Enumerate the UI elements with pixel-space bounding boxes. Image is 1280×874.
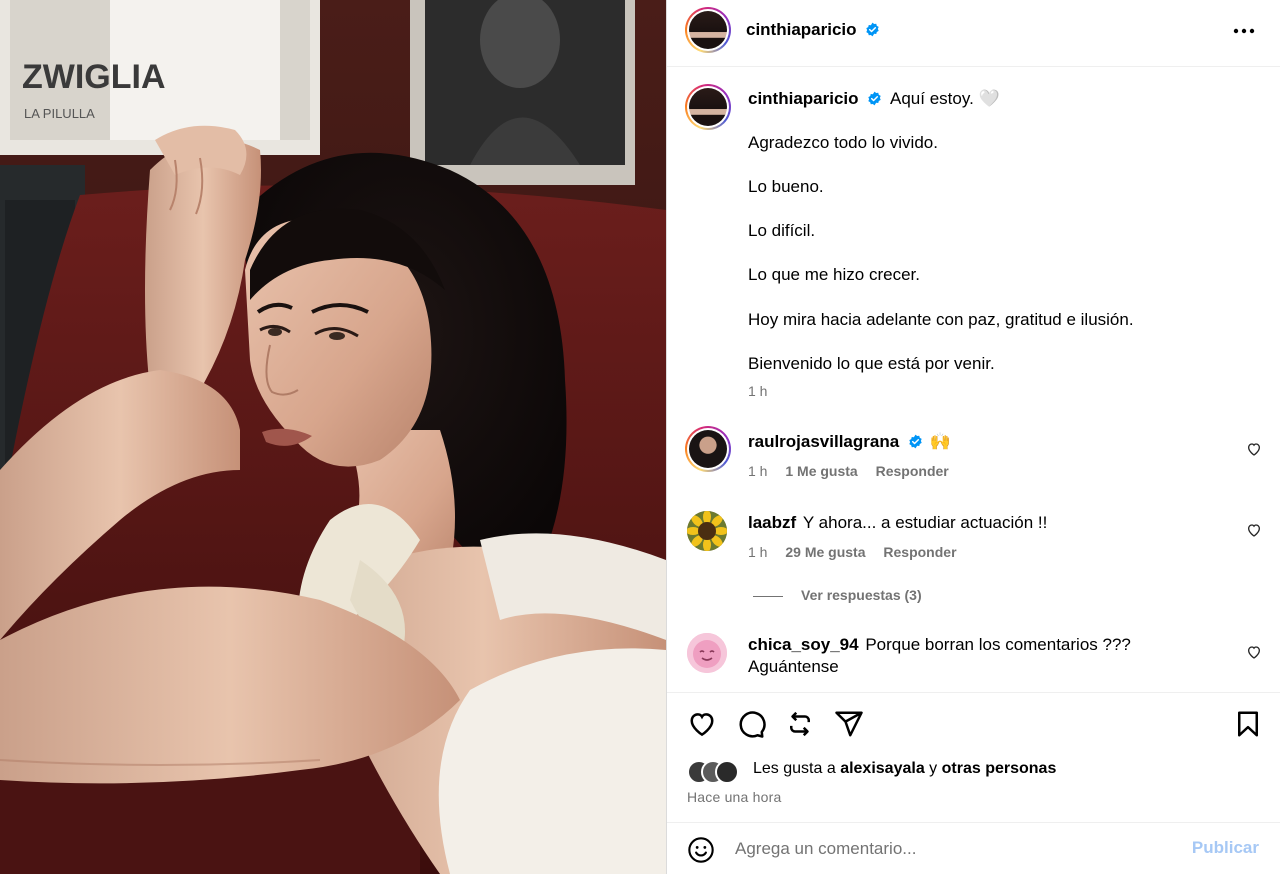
publish-button[interactable]: Publicar	[1192, 838, 1259, 858]
comment-likes-count[interactable]: 29 Me gusta	[785, 544, 865, 560]
post-header: cinthiaparicio	[667, 0, 1280, 67]
comment-avatar[interactable]	[687, 633, 727, 673]
view-replies-button[interactable]: Ver respuestas (3)	[753, 587, 922, 603]
author-avatar[interactable]	[685, 7, 731, 53]
comment-text: 🙌	[929, 432, 951, 451]
comment-row: chica_soy_94 Porque borran los comentari…	[748, 635, 1131, 655]
verified-badge-icon	[866, 22, 879, 37]
caption-line: Lo difícil.	[748, 221, 816, 240]
comment-username[interactable]: laabzf	[748, 513, 796, 532]
post-action-bar	[667, 692, 1280, 762]
comment-text-continued: Aguántense	[748, 657, 839, 676]
caption-line: Hoy mira hacia adelante con paz, gratitu…	[748, 310, 1134, 329]
verified-badge-icon	[909, 434, 922, 449]
comment-avatar[interactable]	[687, 511, 727, 551]
caption-timestamp[interactable]: 1 h	[748, 383, 767, 399]
comment-meta: 1 h 29 Me gusta Responder	[748, 544, 957, 560]
caption-text-line: Aquí estoy. 🤍	[890, 89, 1000, 108]
more-horizontal-icon	[1233, 28, 1255, 34]
caption-line: Agradezco todo lo vivido.	[748, 133, 938, 152]
caption-line: Lo que me hizo crecer.	[748, 265, 920, 284]
reply-button[interactable]: Responder	[883, 544, 956, 560]
comment-row: laabzf Y ahora... a estudiar actuación !…	[748, 513, 1047, 533]
poster-text-2: LA PILULLA	[24, 106, 95, 121]
replies-divider-line	[753, 595, 783, 597]
comment-text: Porque borran los comentarios ???	[865, 635, 1131, 654]
likes-summary: Les gusta a alexisayala y otras personas	[753, 760, 1056, 778]
caption-line: Lo bueno.	[748, 177, 824, 196]
comment-like-heart-icon[interactable]	[1246, 441, 1262, 457]
comment-input[interactable]	[735, 837, 1175, 861]
comment-time[interactable]: 1 h	[748, 463, 767, 479]
caption-author-avatar[interactable]	[685, 84, 731, 130]
bookmark-icon[interactable]	[1233, 709, 1263, 739]
caption-author-username[interactable]: cinthiaparicio	[748, 89, 859, 108]
liker-avatars[interactable]	[687, 760, 747, 784]
portrait-illustration: ZWIGLIA LA PILULLA	[0, 0, 666, 874]
view-replies-label: Ver respuestas (3)	[801, 587, 922, 603]
heart-icon[interactable]	[687, 709, 717, 739]
caption-first-line: cinthiaparicio Aquí estoy. 🤍	[748, 89, 1000, 109]
comment-username[interactable]: raulrojasvillagrana	[748, 432, 899, 451]
comment-username[interactable]: chica_soy_94	[748, 635, 859, 654]
caption-line: Bienvenido lo que está por venir.	[748, 354, 995, 373]
instagram-post-modal: ZWIGLIA LA PILULLA cinthiaparicio cinthi…	[0, 0, 1280, 874]
comment-text: Y ahora... a estudiar actuación !!	[802, 513, 1048, 532]
pink-face-avatar-icon	[687, 633, 727, 673]
comment-time[interactable]: 1 h	[748, 544, 767, 560]
comment-row: raulrojasvillagrana 🙌	[748, 432, 951, 452]
likes-joiner: y	[929, 760, 938, 777]
liker-username[interactable]: alexisayala	[840, 760, 925, 777]
comment-avatar[interactable]	[685, 426, 731, 472]
post-photo[interactable]: ZWIGLIA LA PILULLA	[0, 0, 666, 874]
share-icon[interactable]	[834, 709, 864, 739]
comment-icon[interactable]	[736, 709, 766, 739]
poster-text-1: ZWIGLIA	[22, 58, 166, 96]
comment-like-heart-icon[interactable]	[1246, 644, 1262, 660]
comment-meta: 1 h 1 Me gusta Responder	[748, 463, 949, 479]
others-likes-link[interactable]: otras personas	[942, 760, 1057, 777]
more-options-button[interactable]	[1231, 18, 1257, 44]
comment-composer: Publicar	[667, 822, 1280, 874]
liker-avatar	[715, 760, 739, 784]
comment-likes-count[interactable]: 1 Me gusta	[785, 463, 857, 479]
post-side-panel: cinthiaparicio cinthiaparicio Aquí estoy…	[666, 0, 1280, 874]
repost-icon[interactable]	[785, 709, 815, 739]
reply-button[interactable]: Responder	[876, 463, 949, 479]
post-time[interactable]: Hace una hora	[687, 789, 781, 805]
sunflower-avatar-icon	[687, 511, 727, 551]
emoji-icon[interactable]	[687, 836, 715, 864]
comment-like-heart-icon[interactable]	[1246, 522, 1262, 538]
verified-badge-icon	[868, 91, 881, 106]
likes-prefix: Les gusta a	[753, 760, 836, 777]
author-username[interactable]: cinthiaparicio	[746, 20, 857, 39]
